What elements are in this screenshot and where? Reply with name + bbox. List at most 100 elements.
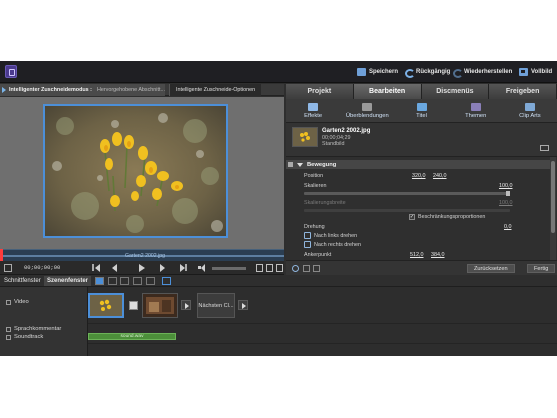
transitions-icon <box>362 102 373 111</box>
subtool-clip-arts[interactable]: Clip Arts <box>503 99 557 122</box>
link-icon[interactable] <box>540 145 549 151</box>
sceneline-tracks: Video Sprachkommentar Soundtrack Nächste… <box>0 287 557 356</box>
subtool-effects[interactable]: Effekte <box>286 99 340 122</box>
subtool-transitions[interactable]: Überblendungen <box>340 99 394 122</box>
section-toggle-icon[interactable] <box>288 162 293 167</box>
scene-clip-2[interactable] <box>142 293 178 318</box>
audio-tool-icon[interactable] <box>146 277 155 285</box>
transport-controls: 00;00;00;00 <box>0 261 284 275</box>
apply-icon[interactable] <box>303 265 310 272</box>
subtool-titles[interactable]: Titel <box>394 99 448 122</box>
rotate-left-icon <box>304 232 311 239</box>
clip-info: Garten2 2002.jpg 00;00;04;29 Standbild <box>286 123 557 157</box>
tab-sceneline[interactable]: Szenenfenster <box>44 276 92 286</box>
scrollbar-thumb[interactable] <box>551 161 555 233</box>
scene-clip-1[interactable] <box>88 293 124 318</box>
narration-track-name: Sprachkommentar <box>14 326 62 332</box>
scale-label: Skalieren <box>304 183 327 189</box>
undo-button[interactable]: Rückgängig <box>404 66 450 78</box>
redo-button[interactable]: Wiederherstellen <box>452 66 512 78</box>
task-tabs: Projekt Bearbeiten Discmenüs Freigeben <box>286 84 557 99</box>
monitor-preview <box>0 97 284 249</box>
marker-dropdown-icon[interactable] <box>162 277 171 285</box>
keep-ratio-row[interactable]: ✓ Beschränkungsproportionen <box>409 214 485 220</box>
app-logo-icon <box>5 65 17 78</box>
rotation-value[interactable]: 0,0 <box>504 224 512 230</box>
rotate-right-label: Nach rechts drehen <box>314 241 362 248</box>
refresh-icon[interactable] <box>292 265 299 272</box>
themes-icon <box>470 102 481 111</box>
subtool-themes-label: Themen <box>465 112 487 119</box>
tab-discmenus[interactable]: Discmenüs <box>421 84 490 99</box>
rotate-left-button[interactable]: Nach links drehen <box>304 232 357 239</box>
timecode[interactable]: 00;00;00;00 <box>24 264 60 271</box>
select-tool-icon[interactable] <box>95 277 104 285</box>
position-y-value[interactable]: 240,0 <box>433 173 447 179</box>
tab-freigeben[interactable]: Freigeben <box>489 84 557 99</box>
tab-projekt[interactable]: Projekt <box>286 84 354 99</box>
position-label: Position <box>304 173 324 179</box>
track-headers: Video Sprachkommentar Soundtrack <box>0 287 88 356</box>
timecode-icon <box>4 264 12 272</box>
transition-marker-icon[interactable] <box>129 301 138 310</box>
save-icon <box>357 68 366 76</box>
soundtrack-label: Soundtrack <box>6 334 43 340</box>
scrubber-clip-name: Garten2 2002.jpg <box>124 252 166 259</box>
split-clip-icon[interactable] <box>256 264 263 272</box>
rotate-right-button[interactable]: Nach rechts drehen <box>304 241 361 248</box>
scene-arrow-2[interactable] <box>181 300 191 310</box>
motion-section-header[interactable]: Bewegung <box>286 160 552 169</box>
undo-label: Rückgängig <box>416 69 451 75</box>
position-x-value[interactable]: 320,0 <box>412 173 426 179</box>
effects-icon <box>308 102 319 111</box>
timeline-scrubber[interactable]: Garten2 2002.jpg <box>0 249 284 262</box>
save-button[interactable]: Speichern <box>357 66 398 78</box>
play-button[interactable] <box>139 264 146 272</box>
tab-bearbeiten[interactable]: Bearbeiten <box>353 84 422 99</box>
marker-tool-icon[interactable] <box>120 277 129 285</box>
track-divider <box>88 343 557 344</box>
zoom-tool-icon[interactable] <box>133 277 142 285</box>
fullscreen-button[interactable]: Vollbild <box>519 66 552 78</box>
subtool-transitions-label: Überblendungen <box>345 112 389 119</box>
step-back-button[interactable] <box>112 264 119 272</box>
resize-icon[interactable] <box>276 264 283 272</box>
smart-crop-options-tab[interactable]: Intelligente Zuschneide-Optionen <box>169 83 262 96</box>
scale-value[interactable]: 100,0 <box>499 183 513 189</box>
trim-tool-icon[interactable] <box>108 277 117 285</box>
next-clip-placeholder[interactable]: Nächsten Cl... <box>197 293 235 318</box>
clip-thumbnail <box>292 127 318 147</box>
volume-icon[interactable] <box>198 264 205 272</box>
soundtrack-clip[interactable]: sound.wav <box>88 333 176 340</box>
anchor-x-value[interactable]: 512,0 <box>410 252 424 258</box>
premiere-elements-window: Speichern Rückgängig Wiederherstellen Vo… <box>0 61 557 356</box>
done-button[interactable]: Fertig <box>527 264 556 273</box>
smart-crop-mode-sub: Hervorgehobene Abschnitt... <box>96 86 165 93</box>
scene-arrow-3[interactable] <box>238 300 248 310</box>
scale-width-label: Skalierungsbreite <box>304 200 346 206</box>
volume-slider[interactable] <box>212 267 246 270</box>
delete-icon[interactable] <box>313 265 320 272</box>
goto-end-button[interactable] <box>180 264 187 272</box>
reset-button[interactable]: Zurücksetzen <box>467 264 515 273</box>
smart-crop-mode-tab[interactable]: Intelligenter Zuschneidemodus : Hervorge… <box>0 83 165 96</box>
keep-ratio-label: Beschränkungsproportionen <box>418 214 486 220</box>
edit-subtools: Effekte Überblendungen Titel Themen Clip… <box>286 99 557 123</box>
clip-name: Garten2 2002.jpg <box>322 128 371 134</box>
subtool-themes[interactable]: Themen <box>449 99 503 122</box>
redo-label: Wiederherstellen <box>464 69 513 75</box>
text-tool-icon[interactable] <box>266 264 273 272</box>
scale-slider-knob[interactable] <box>506 191 510 196</box>
keep-ratio-checkbox[interactable]: ✓ <box>409 214 415 220</box>
smart-crop-mode-label: Intelligenter Zuschneidemodus : <box>9 86 92 93</box>
tab-timeline[interactable]: Schnittfenster <box>1 276 44 286</box>
step-forward-button[interactable] <box>160 264 167 272</box>
video-preview-frame[interactable] <box>43 104 228 238</box>
properties-scrollbar[interactable] <box>550 157 556 260</box>
anchor-y-value[interactable]: 384,0 <box>431 252 445 258</box>
scale-slider[interactable] <box>304 191 510 196</box>
task-panel: Projekt Bearbeiten Discmenüs Freigeben E… <box>286 84 557 275</box>
goto-start-button[interactable] <box>92 264 100 272</box>
subtool-clip-arts-label: Clip Arts <box>519 112 541 119</box>
undo-icon <box>404 68 415 78</box>
